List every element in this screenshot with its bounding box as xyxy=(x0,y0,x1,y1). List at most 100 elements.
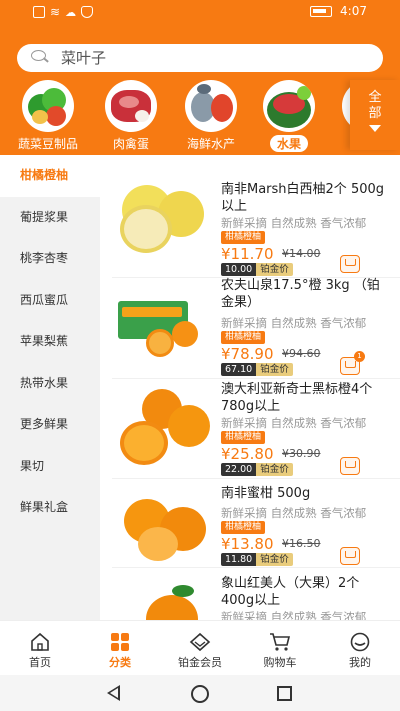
sidebar-item-gift-box[interactable]: 鲜果礼盒 xyxy=(0,487,100,529)
product-name: 南非蜜柑 500g xyxy=(221,486,311,501)
vip-label: 铂金价 xyxy=(256,363,293,376)
diamond-icon xyxy=(189,632,211,652)
grapefruit-image xyxy=(112,177,212,257)
product-subtitle: 新鲜采摘 自然成熟 香气浓郁 xyxy=(221,610,367,620)
category-fruit[interactable]: 水果 xyxy=(251,80,327,152)
product-tag: 柑橘橙柚 xyxy=(221,431,266,444)
vip-price: 67.10 xyxy=(221,363,257,376)
search-icon xyxy=(31,48,51,68)
product-card[interactable]: 象山红美人（大果）2个 400g以上 新鲜采摘 自然成熟 香气浓郁 xyxy=(100,567,400,620)
header: ≋ ☁ 4:07 蔬菜豆制品 肉禽 xyxy=(0,0,400,155)
tab-label: 首页 xyxy=(29,656,51,669)
orange-box-image xyxy=(112,281,212,361)
sidebar-item-cut-fruit[interactable]: 果切 xyxy=(0,446,100,488)
tab-label: 铂金会员 xyxy=(178,656,222,669)
product-subtitle: 新鲜采摘 自然成熟 香气浓郁 xyxy=(221,416,367,430)
category-label: 蔬菜豆制品 xyxy=(17,137,78,151)
recent-apps-icon[interactable] xyxy=(277,686,292,701)
product-tag: 柑橘橙柚 xyxy=(221,521,266,534)
sidebar-item-apple-pear-banana[interactable]: 苹果梨蕉 xyxy=(0,321,100,363)
tab-label: 购物车 xyxy=(263,656,297,669)
product-tag: 柑橘橙柚 xyxy=(221,331,266,344)
home-circle-icon[interactable] xyxy=(191,685,209,703)
red-beauty-orange-image xyxy=(112,577,212,620)
vip-price-badge: 22.00 铂金价 xyxy=(221,463,293,476)
status-bar: ≋ ☁ 4:07 xyxy=(0,0,400,24)
sidebar-item-tropical[interactable]: 热带水果 xyxy=(0,363,100,405)
product-name: 南非Marsh白西柚2个 500g以上 xyxy=(221,182,385,214)
sidebar-item-citrus[interactable]: 柑橘橙柚 xyxy=(0,155,100,197)
tab-profile[interactable]: 我的 xyxy=(320,621,400,675)
product-price: ¥78.90 xyxy=(221,345,274,363)
vip-price: 22.00 xyxy=(221,463,257,476)
chevron-down-icon xyxy=(369,125,381,132)
product-tag: 柑橘橙柚 xyxy=(221,231,266,244)
vip-price: 11.80 xyxy=(221,553,257,566)
meat-image xyxy=(105,80,157,132)
category-seafood[interactable]: 海鲜水产 xyxy=(173,80,249,152)
product-old-price: ¥14.00 xyxy=(282,247,321,260)
smile-icon xyxy=(349,632,371,652)
vip-label: 铂金价 xyxy=(256,463,293,476)
category-vegetables[interactable]: 蔬菜豆制品 xyxy=(10,80,86,152)
product-card[interactable]: 农夫山泉17.5°橙 3kg （铂金果） 新鲜采摘 自然成熟 香气浓郁 柑橘橙柚… xyxy=(100,271,400,376)
product-list[interactable]: 南非Marsh白西柚2个 500g以上 新鲜采摘 自然成熟 香气浓郁 柑橘橙柚 … xyxy=(100,155,400,620)
product-card[interactable]: 南非Marsh白西柚2个 500g以上 新鲜采摘 自然成熟 香气浓郁 柑橘橙柚 … xyxy=(100,167,400,276)
product-old-price: ¥16.50 xyxy=(282,537,321,550)
tab-platinum-member[interactable]: 铂金会员 xyxy=(160,621,240,675)
product-price: ¥11.70 xyxy=(221,245,274,263)
search-input[interactable] xyxy=(61,49,341,67)
subcategory-sidebar: 柑橘橙柚 葡提浆果 桃李杏枣 西瓜蜜瓜 苹果梨蕉 热带水果 更多鲜果 果切 鲜果… xyxy=(0,155,100,620)
sidebar-item-grapes-berries[interactable]: 葡提浆果 xyxy=(0,197,100,239)
product-old-price: ¥30.90 xyxy=(282,447,321,460)
category-label: 肉禽蛋 xyxy=(112,137,149,151)
mandarin-image xyxy=(112,489,212,569)
sidebar-item-melons[interactable]: 西瓜蜜瓜 xyxy=(0,280,100,322)
tab-home[interactable]: 首页 xyxy=(0,621,80,675)
product-name: 澳大利亚新奇士黑标橙4个 780g以上 xyxy=(221,382,373,414)
sidebar-item-more-fruit[interactable]: 更多鲜果 xyxy=(0,404,100,446)
all-label: 全部 xyxy=(368,90,382,121)
all-categories-button[interactable]: 全部 xyxy=(350,80,400,150)
product-name: 农夫山泉17.5°橙 3kg （铂金果） xyxy=(221,278,380,310)
sidebar-item-peach-plum[interactable]: 桃李杏枣 xyxy=(0,238,100,280)
search-bar[interactable] xyxy=(17,44,383,72)
fruit-image xyxy=(263,80,315,132)
tab-label: 分类 xyxy=(109,656,131,669)
add-to-cart-button[interactable]: 1 xyxy=(340,351,365,375)
battery-icon xyxy=(310,5,333,17)
category-strip[interactable]: 蔬菜豆制品 肉禽蛋 海鲜水产 水果 xyxy=(0,80,400,152)
sim-icon xyxy=(33,6,45,18)
tab-label: 我的 xyxy=(349,656,371,669)
vip-price-badge: 67.10 铂金价 xyxy=(221,363,293,376)
product-old-price: ¥94.60 xyxy=(282,347,321,360)
vip-price-badge: 11.80 铂金价 xyxy=(221,553,293,566)
back-icon[interactable] xyxy=(107,685,120,701)
cart-icon xyxy=(269,632,291,652)
product-price: ¥13.80 xyxy=(221,535,274,553)
product-card[interactable]: 南非蜜柑 500g 新鲜采摘 自然成熟 香气浓郁 柑橘橙柚 ¥13.80 ¥16… xyxy=(100,479,400,579)
tab-cart[interactable]: 购物车 xyxy=(240,621,320,675)
product-subtitle: 新鲜采摘 自然成熟 香气浓郁 xyxy=(221,506,367,520)
tab-category[interactable]: 分类 xyxy=(80,621,160,675)
category-label: 海鲜水产 xyxy=(186,137,235,151)
product-subtitle: 新鲜采摘 自然成熟 香气浓郁 xyxy=(221,216,367,230)
product-price: ¥25.80 xyxy=(221,445,274,463)
add-to-cart-button[interactable] xyxy=(340,547,360,565)
category-grid-icon xyxy=(109,632,131,652)
navel-orange-image xyxy=(112,387,212,467)
vip-label: 铂金价 xyxy=(256,553,293,566)
category-label: 水果 xyxy=(269,135,308,152)
vegetables-image xyxy=(22,80,74,132)
add-to-cart-button[interactable] xyxy=(340,457,360,475)
category-meat-eggs[interactable]: 肉禽蛋 xyxy=(93,80,169,152)
cloud-icon: ☁ xyxy=(65,5,77,19)
system-nav-bar xyxy=(0,675,400,711)
product-card[interactable]: 澳大利亚新奇士黑标橙4个 780g以上 新鲜采摘 自然成熟 香气浓郁 柑橘橙柚 … xyxy=(100,377,400,477)
seafood-image xyxy=(185,80,237,132)
status-time: 4:07 xyxy=(340,4,367,18)
bottom-tab-bar: 首页 分类 铂金会员 购物车 我的 xyxy=(0,620,400,675)
cart-count-badge: 1 xyxy=(354,351,365,362)
shield-icon xyxy=(81,6,94,18)
wifi-icon: ≋ xyxy=(50,5,61,19)
